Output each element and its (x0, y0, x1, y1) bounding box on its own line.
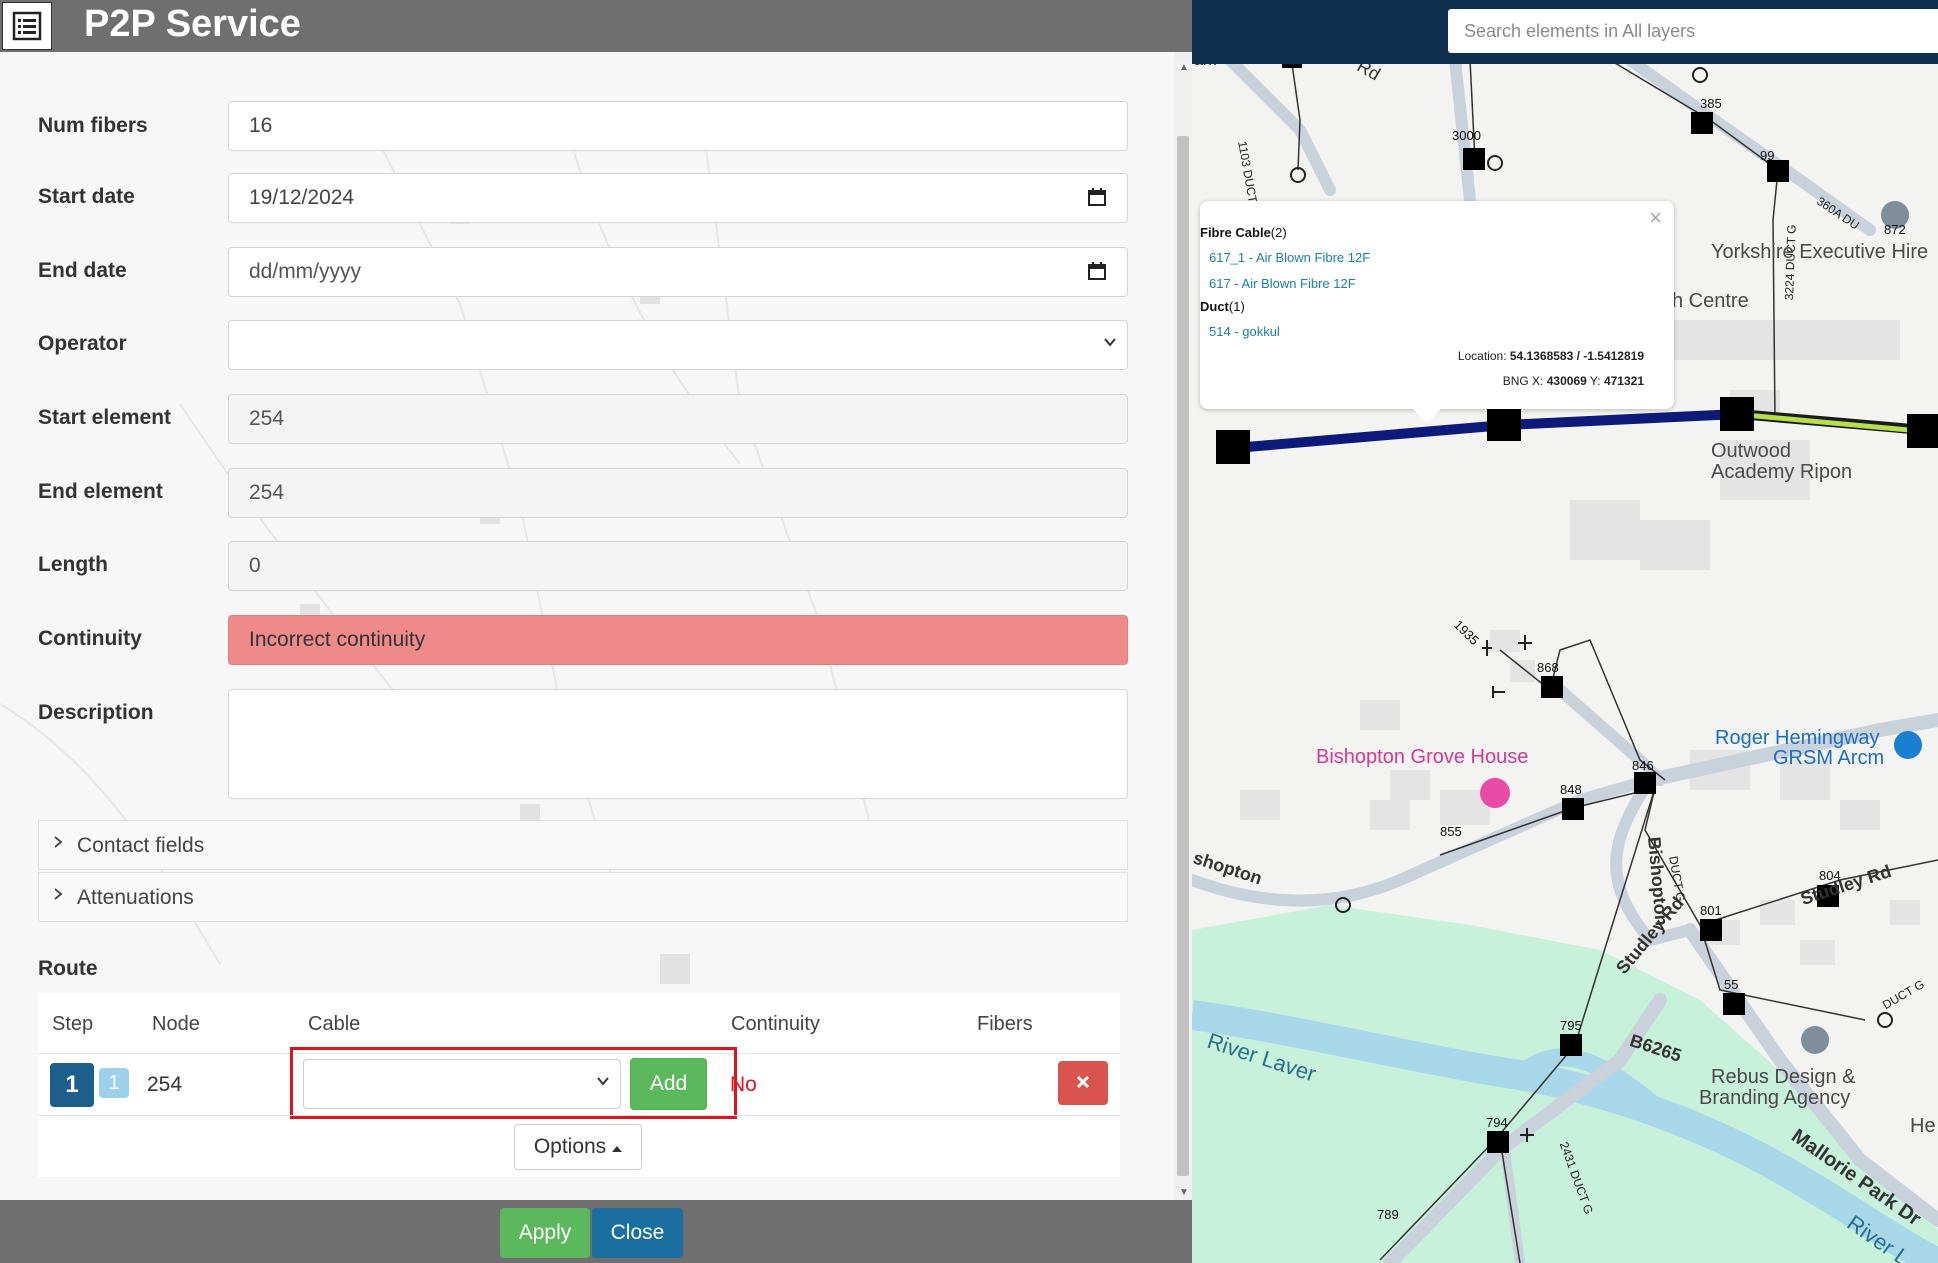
map-info-popup: × Fibre Cable(2) 617_1 - Air Blown Fibre… (1200, 201, 1674, 423)
scrollbar-thumb[interactable] (1177, 136, 1189, 1176)
col-continuity: Continuity (731, 1013, 820, 1035)
place-label: Bishopton Grove House (1316, 746, 1529, 768)
operator-label: Operator (38, 332, 127, 355)
route-title: Route (38, 957, 98, 980)
chevron-right-icon (53, 835, 63, 854)
accordion-label: Contact fields (77, 834, 205, 857)
end-element-field: 254 (228, 468, 1128, 518)
description-label: Description (38, 701, 154, 724)
node-label: 848 (1560, 782, 1582, 797)
num-fibers-label: Num fibers (38, 114, 148, 137)
apply-button[interactable]: Apply (500, 1208, 590, 1258)
continuity-label: Continuity (38, 627, 142, 650)
col-node: Node (152, 1013, 200, 1035)
node-label: 385 (1700, 96, 1722, 111)
scroll-down-icon[interactable]: ▼ (1179, 1187, 1189, 1198)
col-cable: Cable (308, 1013, 361, 1035)
description-textarea[interactable] (228, 689, 1128, 799)
divider (38, 1115, 1120, 1116)
place-label: GRSM Arcm (1773, 747, 1885, 769)
node-label: 846 (1632, 758, 1654, 773)
calendar-icon[interactable] (1087, 261, 1107, 287)
route-continuity-value: No (730, 1073, 757, 1096)
dialog-title: P2P Service (84, 3, 301, 45)
cable-select[interactable] (303, 1059, 621, 1109)
chevron-down-icon (596, 1072, 610, 1093)
caret-up-icon (612, 1135, 623, 1159)
popup-location: Location: 54.1368583 / -1.5412819 (1457, 349, 1644, 363)
start-element-label: Start element (38, 406, 172, 429)
end-element-label: End element (38, 480, 163, 503)
start-date-field[interactable]: 19/12/2024 (228, 173, 1128, 223)
dialog-body: Num fibers 16 Start date 19/12/2024 End … (0, 52, 1174, 1200)
node-label: 872 (1884, 222, 1906, 237)
popup-group-title: Fibre Cable(2) (1200, 225, 1287, 240)
delete-step-button[interactable] (1058, 1061, 1108, 1105)
node-label: 789 (1377, 1207, 1399, 1222)
node-label: 794 (1486, 1115, 1508, 1130)
popup-bng: BNG X: 430069 Y: 471321 (1502, 374, 1644, 388)
length-field: 0 (228, 541, 1128, 591)
start-element-field: 254 (228, 394, 1128, 444)
dialog-scrollbar[interactable]: ▲ ▼ (1174, 60, 1192, 1200)
options-label: Options (533, 1135, 607, 1158)
continuity-field: Incorrect continuity (228, 615, 1128, 665)
calendar-icon[interactable] (1087, 187, 1107, 213)
col-fibers: Fibers (977, 1013, 1033, 1035)
map-view[interactable]: 3000 385 99 872 868 846 848 855 804 801 … (1192, 0, 1938, 1263)
scroll-up-icon[interactable]: ▲ (1179, 62, 1189, 73)
route-table: Step Node Cable Continuity Fibers 1 1 25… (38, 993, 1120, 1177)
map-search-input[interactable] (1448, 9, 1938, 53)
popup-link[interactable]: 617 - Air Blown Fibre 12F (1209, 276, 1356, 291)
popup-link[interactable]: 514 - gokkul (1209, 324, 1280, 339)
place-label: He (1910, 1115, 1936, 1137)
close-button[interactable]: Close (592, 1208, 683, 1258)
node-label: 868 (1537, 660, 1559, 675)
node-label: 99 (1760, 148, 1775, 163)
place-label: Rebus Design & (1711, 1066, 1856, 1088)
step-sub-badge: 1 (99, 1068, 129, 1098)
operator-select[interactable] (228, 320, 1128, 370)
place-label: h Centre (1672, 290, 1749, 312)
place-label: Branding Agency (1699, 1087, 1851, 1109)
close-icon[interactable]: × (1649, 207, 1662, 229)
accordion-contact-fields[interactable]: Contact fields (38, 820, 1128, 870)
times-icon (1075, 1070, 1091, 1096)
list-icon[interactable] (2, 2, 52, 50)
chevron-down-icon (1103, 333, 1117, 354)
chevron-right-icon (53, 887, 63, 906)
node-value: 254 (147, 1073, 183, 1096)
add-cable-button[interactable]: Add (630, 1058, 707, 1110)
node-label: 795 (1560, 1018, 1582, 1033)
place-label: Outwood (1711, 440, 1792, 462)
start-date-label: Start date (38, 185, 135, 208)
end-date-label: End date (38, 259, 127, 282)
node-label: 855 (1440, 824, 1462, 839)
length-label: Length (38, 553, 108, 576)
place-label: Yorkshire Executive Hire (1711, 241, 1929, 263)
place-label: Academy Ripon (1711, 461, 1853, 483)
node-label: 801 (1700, 903, 1722, 918)
options-button[interactable]: Options (514, 1124, 642, 1170)
popup-link[interactable]: 617_1 - Air Blown Fibre 12F (1209, 250, 1370, 265)
node-label: 3000 (1452, 128, 1481, 143)
col-step: Step (52, 1013, 94, 1035)
end-date-field[interactable]: dd/mm/yyyy (228, 247, 1128, 297)
step-badge: 1 (50, 1063, 94, 1107)
node-label: 55 (1724, 977, 1739, 992)
dialog-header: P2P Service (0, 0, 1192, 52)
num-fibers-field[interactable]: 16 (228, 101, 1128, 151)
accordion-label: Attenuations (77, 886, 194, 909)
accordion-attenuations[interactable]: Attenuations (38, 872, 1128, 922)
popup-group-title: Duct(1) (1200, 299, 1245, 314)
